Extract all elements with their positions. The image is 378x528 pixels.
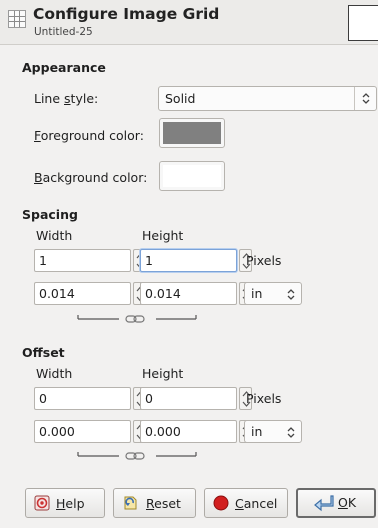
dialog-title: Configure Image Grid [33, 5, 220, 23]
chain-link-icon[interactable] [76, 310, 216, 328]
cancel-icon [213, 495, 229, 511]
cancel-button[interactable]: Cancel [204, 488, 288, 518]
spacing-width-units-input[interactable]: 0.014 [34, 282, 146, 305]
select-arrows-icon [287, 427, 295, 438]
background-color-button[interactable] [159, 161, 225, 191]
offset-width-header: Width [36, 366, 73, 381]
line-style-value: Solid [165, 91, 196, 106]
help-button[interactable]: Help [25, 488, 105, 518]
background-color-label: Background color: [34, 170, 148, 185]
offset-height-units-input[interactable]: 0.000 [140, 420, 252, 443]
background-color-swatch [163, 165, 221, 187]
foreground-color-button[interactable] [159, 118, 225, 148]
offset-title: Offset [22, 345, 65, 360]
offset-width-pixels-input[interactable]: 0 [34, 387, 146, 410]
dialog-header: Configure Image Grid Untitled-25 [0, 0, 378, 45]
offset-height-header: Height [142, 366, 184, 381]
spacing-unit-select[interactable]: in [244, 282, 302, 305]
image-preview [348, 5, 378, 41]
appearance-title: Appearance [22, 60, 106, 75]
chain-link-icon[interactable] [76, 447, 216, 465]
select-arrows-icon [287, 289, 295, 300]
ok-arrow-icon [314, 495, 334, 512]
spacing-height-units-input[interactable]: 0.014 [140, 282, 252, 305]
offset-unit-select[interactable]: in [244, 420, 302, 443]
cancel-label: Cancel [235, 496, 278, 511]
foreground-color-label: Foreground color: [34, 128, 144, 143]
line-style-select[interactable]: Solid [158, 86, 377, 111]
spacing-title: Spacing [22, 207, 78, 222]
select-arrows-icon [354, 87, 376, 110]
spacing-pixels-label: Pixels [246, 253, 282, 268]
spacing-width-pixels-input[interactable]: 1 [34, 249, 146, 272]
offset-width-units-input[interactable]: 0.000 [34, 420, 146, 443]
reset-label: Reset [146, 496, 181, 511]
grid-icon [8, 10, 26, 28]
offset-pixels-label: Pixels [246, 391, 282, 406]
spacing-width-header: Width [36, 228, 73, 243]
reset-icon [124, 496, 137, 510]
line-style-label: Line style: [34, 91, 99, 106]
offset-height-pixels-input[interactable]: 0 [140, 387, 252, 410]
foreground-color-swatch [163, 122, 221, 144]
reset-button[interactable]: Reset [113, 488, 196, 518]
dialog-subtitle: Untitled-25 [34, 26, 93, 38]
ok-label: OK [338, 495, 357, 510]
help-label: Help [56, 496, 85, 511]
spacing-height-pixels-input[interactable]: 1 [140, 249, 252, 272]
spacing-height-header: Height [142, 228, 184, 243]
ok-button[interactable]: OK [296, 488, 376, 518]
help-icon [34, 495, 50, 511]
